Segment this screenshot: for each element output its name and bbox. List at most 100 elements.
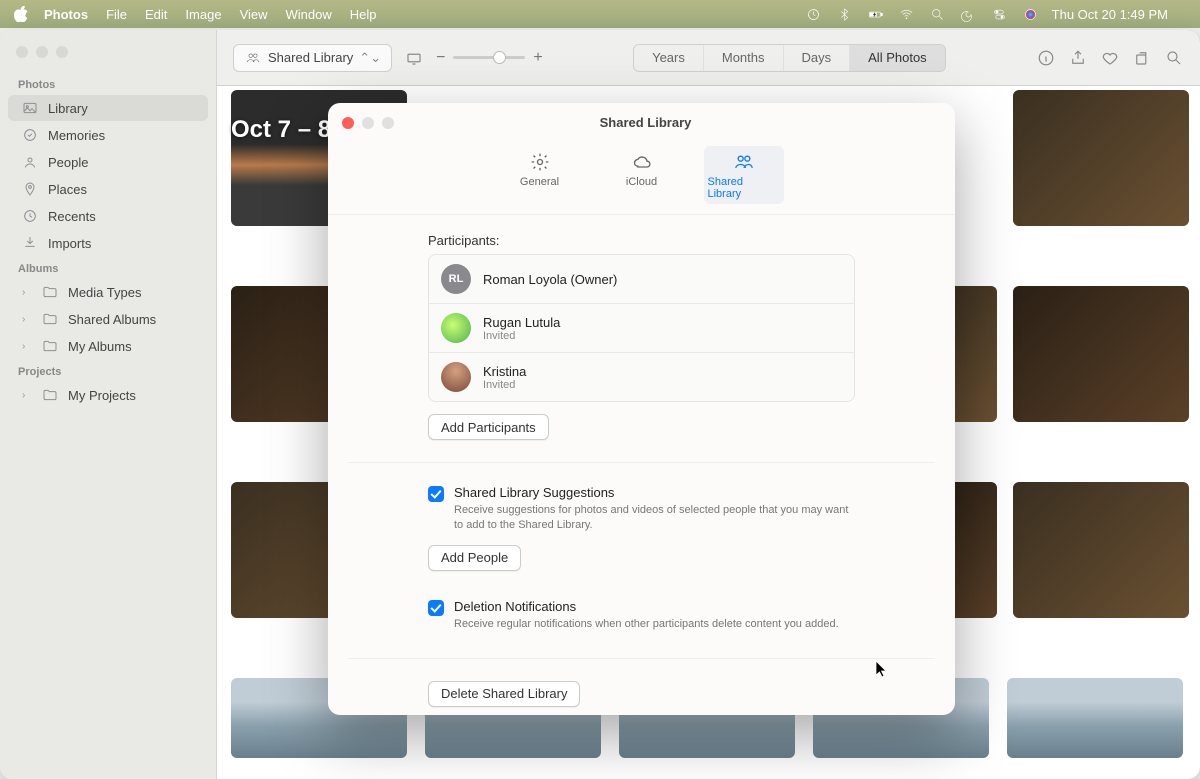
sidebar-item-memories[interactable]: Memories [8,122,208,148]
chevron-right-icon: › [22,341,32,352]
participant-name: Kristina [483,364,526,379]
memories-icon [22,127,38,143]
delete-shared-library-button[interactable]: Delete Shared Library [428,681,580,707]
add-participants-button[interactable]: Add Participants [428,414,549,440]
control-center-icon[interactable] [992,7,1007,22]
sidebar-item-shared-albums[interactable]: ›Shared Albums [8,306,208,332]
minimize-dot[interactable] [36,46,48,58]
photo-thumbnail[interactable] [1013,482,1189,618]
battery-icon[interactable] [868,7,883,22]
share-button[interactable] [1068,48,1088,68]
library-switcher-label: Shared Library [268,50,353,65]
search-button[interactable] [1164,48,1184,68]
menu-file[interactable]: File [106,7,127,22]
sheet-tabs: General iCloud Shared Library [328,142,955,215]
seg-days[interactable]: Days [784,45,851,71]
view-segmented-control[interactable]: Years Months Days All Photos [633,44,946,72]
people-icon [244,51,262,65]
aspect-button[interactable] [404,48,424,68]
tab-general[interactable]: General [500,146,580,204]
cloud-icon [631,152,653,172]
checkbox-checked[interactable] [428,486,444,502]
tab-shared-library[interactable]: Shared Library [704,146,784,204]
participant-row[interactable]: RL Roman Loyola (Owner) [429,255,854,304]
seg-months[interactable]: Months [704,45,784,71]
pin-icon [22,181,38,197]
menu-edit[interactable]: Edit [145,7,167,22]
cursor-icon [875,660,889,678]
option-description: Receive regular notifications when other… [454,617,839,632]
favorite-button[interactable] [1100,48,1120,68]
sidebar-item-my-albums[interactable]: ›My Albums [8,333,208,359]
participant-status: Invited [483,330,560,342]
date-range-label: Oct 7 – 8 [231,116,331,144]
sidebar-item-label: Places [48,182,87,197]
menu-image[interactable]: Image [185,7,221,22]
zoom-dot[interactable] [56,46,68,58]
wifi-icon[interactable] [899,7,914,22]
sidebar-item-label: Imports [48,236,91,251]
preferences-sheet: Shared Library General iCloud Shared Lib… [328,103,955,715]
zoom-in-icon[interactable]: + [533,49,542,67]
bluetooth-icon[interactable] [837,7,852,22]
participant-row[interactable]: Rugan LutulaInvited [429,304,854,353]
app-name[interactable]: Photos [44,7,88,22]
library-switcher-button[interactable]: Shared Library ⌃⌄ [233,44,392,72]
chevron-right-icon: › [22,314,32,325]
folder-icon [42,311,58,327]
sidebar-item-label: My Projects [68,388,136,403]
info-button[interactable] [1036,48,1056,68]
menubar-datetime[interactable]: Thu Oct 20 1:49 PM [1052,7,1168,22]
add-people-button[interactable]: Add People [428,545,521,571]
sidebar-item-library[interactable]: Library [8,95,208,121]
sidebar-item-imports[interactable]: Imports [8,230,208,256]
clock-icon [22,208,38,224]
suggestions-option[interactable]: Shared Library Suggestions Receive sugge… [428,485,855,533]
tab-icloud[interactable]: iCloud [602,146,682,204]
focus-icon[interactable] [961,7,976,22]
sidebar-item-label: Recents [48,209,96,224]
menu-help[interactable]: Help [350,7,377,22]
tab-label: iCloud [626,176,657,188]
sidebar-item-label: People [48,155,88,170]
chevron-right-icon: › [22,287,32,298]
slider-track[interactable] [453,56,525,59]
zoom-slider[interactable]: − + [436,49,543,67]
seg-years[interactable]: Years [634,45,704,71]
sidebar-item-my-projects[interactable]: › My Projects [8,382,208,408]
photo-thumbnail[interactable] [1013,90,1189,226]
participant-name: Roman Loyola (Owner) [483,272,617,287]
sidebar-item-media-types[interactable]: ›Media Types [8,279,208,305]
photo-thumbnail[interactable] [1013,286,1189,422]
toolbar: Shared Library ⌃⌄ − + Years Months Days … [217,30,1200,86]
sidebar-section-albums: Albums [0,260,216,278]
menu-view[interactable]: View [240,7,268,22]
option-title: Shared Library Suggestions [454,485,854,500]
sidebar-item-people[interactable]: People [8,149,208,175]
zoom-out-icon[interactable]: − [436,49,445,67]
sidebar-item-label: Library [48,101,88,116]
people-icon [733,152,755,172]
participant-row[interactable]: KristinaInvited [429,353,854,401]
checkbox-checked[interactable] [428,600,444,616]
deletion-option[interactable]: Deletion Notifications Receive regular n… [428,599,855,632]
chevron-right-icon: › [22,390,32,401]
option-title: Deletion Notifications [454,599,839,614]
avatar [441,313,471,343]
seg-all-photos[interactable]: All Photos [850,45,945,71]
apple-logo-icon[interactable] [14,6,30,22]
avatar [441,362,471,392]
close-dot[interactable] [16,46,28,58]
rotate-button[interactable] [1132,48,1152,68]
tab-label: General [520,176,559,188]
sidebar-item-places[interactable]: Places [8,176,208,202]
spotlight-icon[interactable] [930,7,945,22]
option-description: Receive suggestions for photos and video… [454,503,854,533]
slider-thumb[interactable] [493,51,506,64]
photo-thumbnail[interactable] [1007,678,1183,758]
sidebar-item-recents[interactable]: Recents [8,203,208,229]
sidebar-section-photos: Photos [0,76,216,94]
menu-window[interactable]: Window [286,7,332,22]
timemachine-icon[interactable] [806,7,821,22]
siri-icon[interactable] [1023,7,1038,22]
